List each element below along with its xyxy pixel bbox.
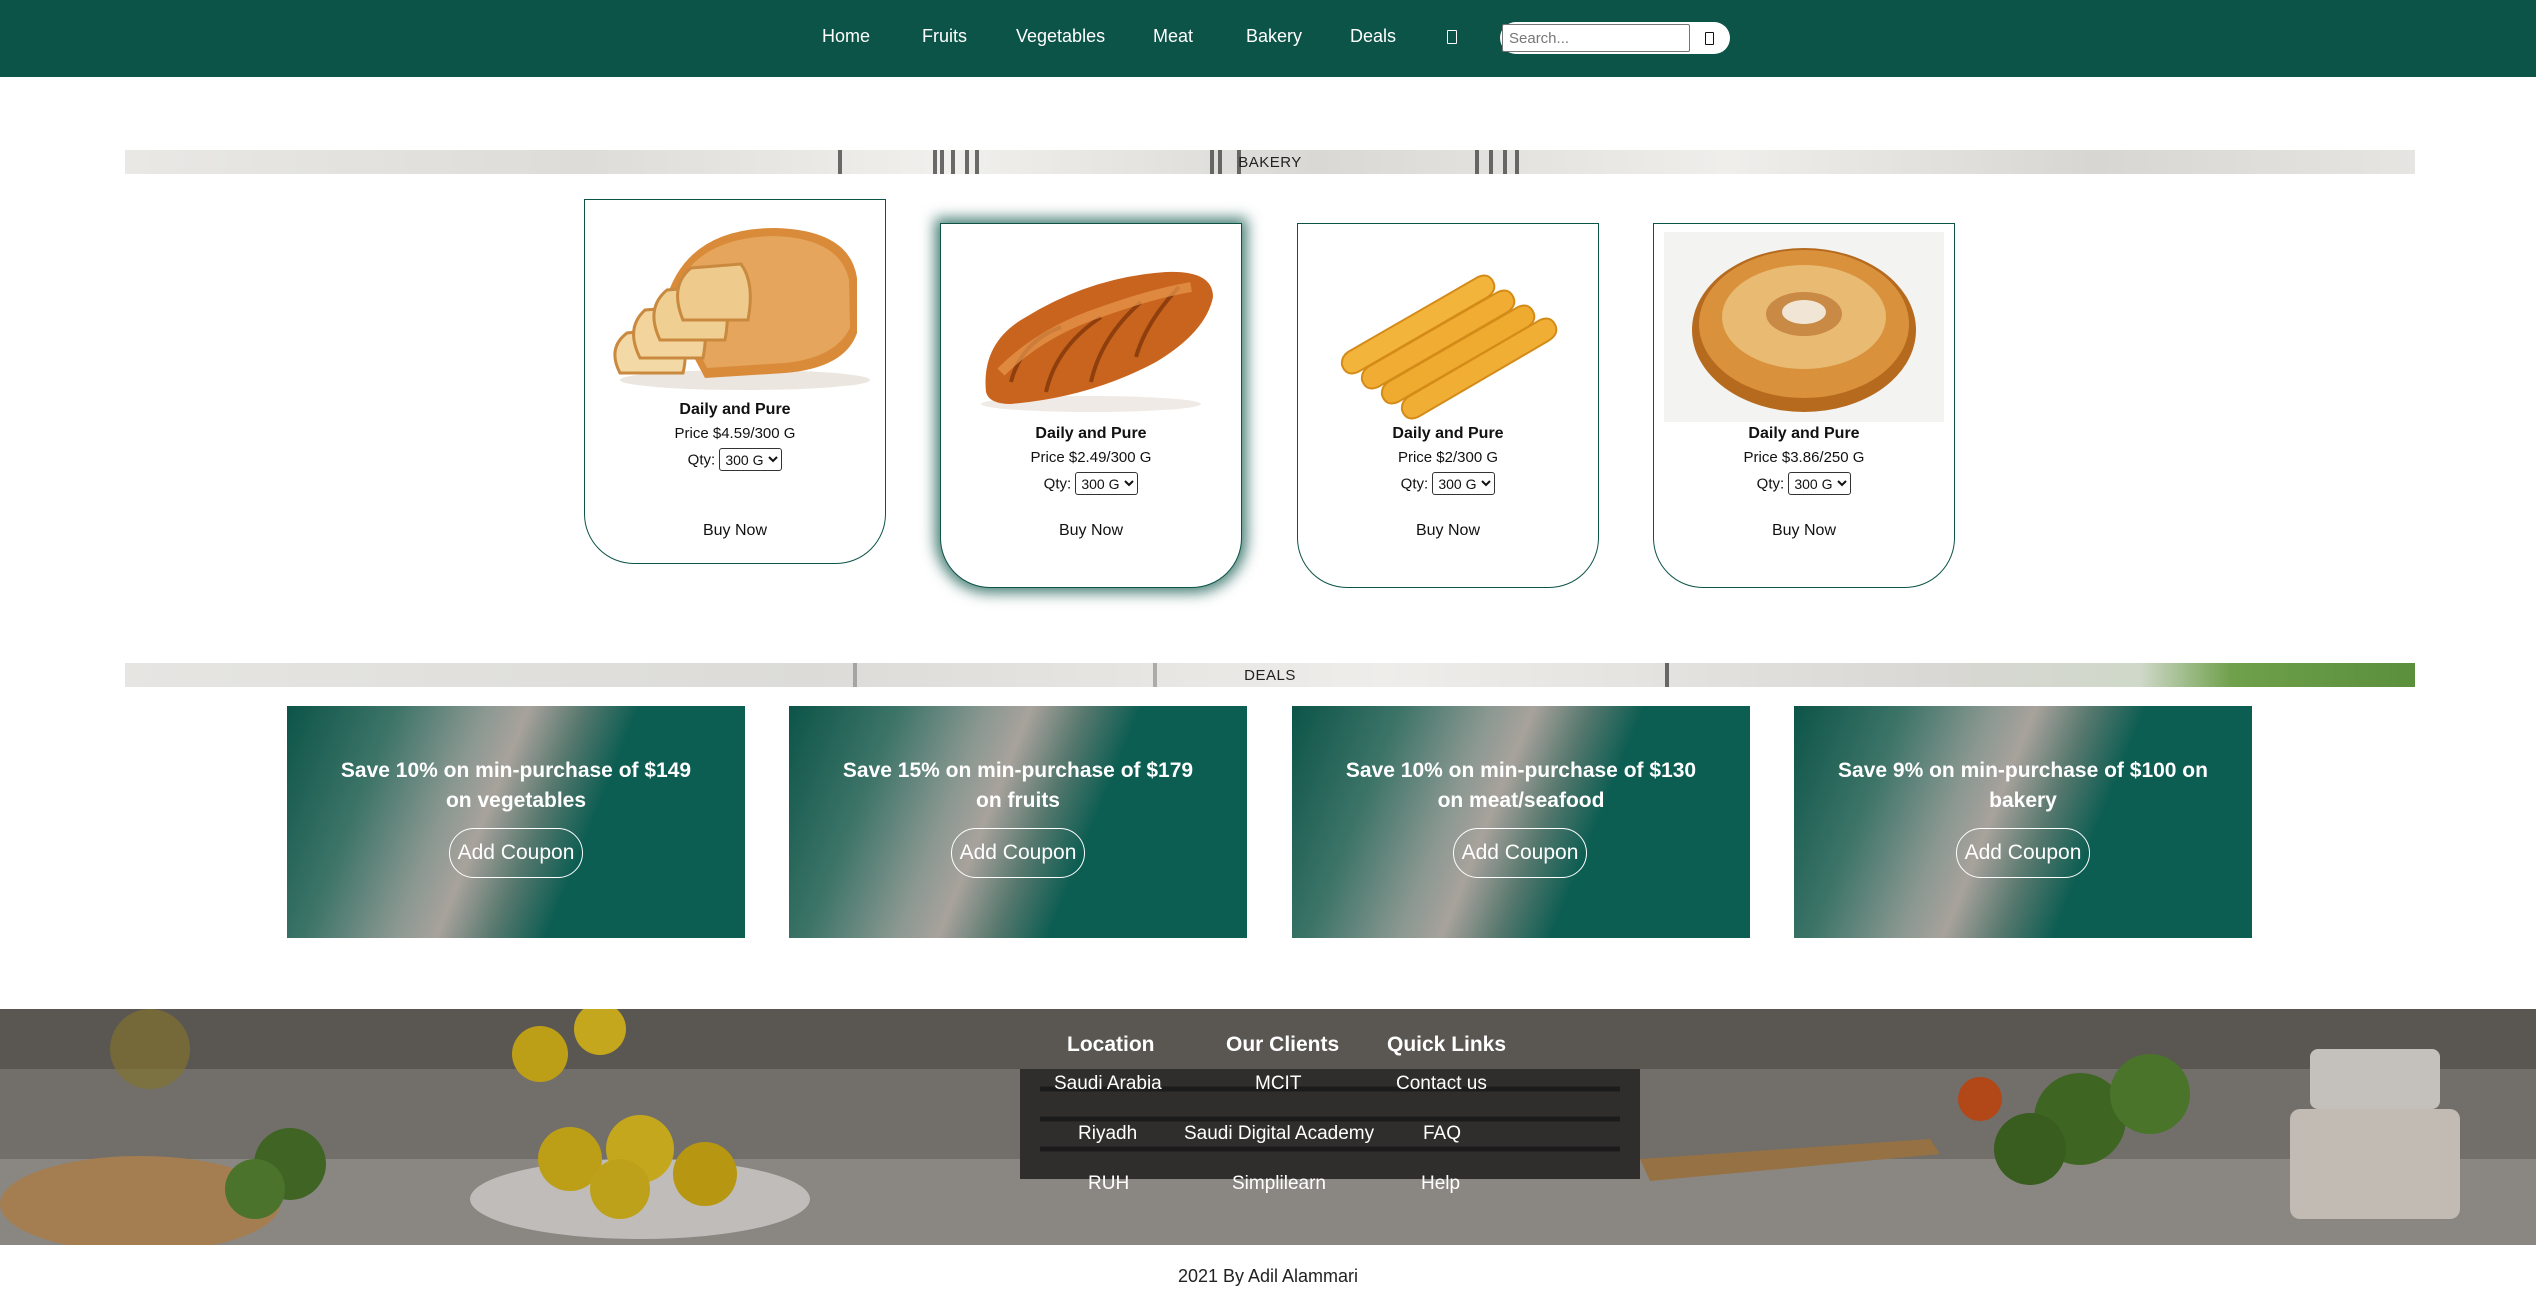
deal-text: Save 10% on min-purchase of $149 on vege… [340, 759, 692, 812]
product-price: Price $3.86/250 G [1743, 449, 1865, 466]
nav-link-deals[interactable]: Deals [1350, 26, 1396, 47]
product-card: Daily and Pure Price $4.59/300 G Qty: 30… [584, 199, 886, 564]
footer-link-mcit[interactable]: MCIT [1255, 1073, 1301, 1095]
footer: Location Our Clients Quick Links Saudi A… [0, 1009, 2536, 1245]
quantity-select[interactable]: 300 G [1788, 472, 1852, 495]
nav-link-meat[interactable]: Meat [1153, 26, 1193, 47]
nav-link-home[interactable]: Home [822, 26, 870, 47]
quantity-row: Qty: 300 G [585, 448, 885, 471]
product-card: Daily and Pure Price $2/300 G Qty: 300 G… [1297, 223, 1599, 588]
product-name: Daily and Pure [1748, 425, 1860, 442]
nav-link-bakery[interactable]: Bakery [1246, 26, 1302, 47]
add-coupon-button[interactable]: Add Coupon [951, 828, 1085, 878]
deal-text: Save 9% on min-purchase of $100 on baker… [1838, 759, 2208, 812]
footer-heading-clients: Our Clients [1226, 1033, 1340, 1056]
breadsticks-image [1308, 232, 1588, 422]
deal-card: Save 10% on min-purchase of $149 on vege… [287, 706, 745, 938]
quantity-select[interactable]: 300 G [719, 448, 783, 471]
bakery-section-title: BAKERY [1238, 154, 1302, 171]
buy-now-button[interactable]: Buy Now [1298, 522, 1598, 540]
product-price: Price $2.49/300 G [1030, 449, 1152, 466]
search-input[interactable] [1502, 24, 1690, 52]
quantity-label: Qty: [1756, 475, 1785, 493]
croissant-image [951, 232, 1231, 422]
product-card: Daily and Pure Price $3.86/250 G Qty: 30… [1653, 223, 1955, 588]
footer-link-riyadh[interactable]: Riyadh [1078, 1123, 1137, 1145]
quantity-select[interactable]: 300 G [1075, 472, 1139, 495]
phone-icon [1704, 31, 1714, 45]
add-coupon-button[interactable]: Add Coupon [1956, 828, 2090, 878]
deals-section-title: DEALS [1244, 667, 1296, 684]
quantity-row: Qty: 300 G [1298, 472, 1598, 495]
footer-heading-quick-links: Quick Links [1387, 1033, 1507, 1056]
quantity-row: Qty: 300 G [1654, 472, 1954, 495]
search-bar [1500, 22, 1730, 54]
quantity-label: Qty: [687, 451, 716, 469]
bagel-image [1664, 232, 1944, 422]
bakery-section-banner: BAKERY [125, 150, 2415, 174]
footer-link-saudi-arabia[interactable]: Saudi Arabia [1054, 1073, 1162, 1095]
product-price: Price $4.59/300 G [674, 425, 796, 442]
product-card: Daily and Pure Price $2.49/300 G Qty: 30… [940, 223, 1242, 588]
footer-link-help[interactable]: Help [1421, 1173, 1460, 1195]
buy-now-button[interactable]: Buy Now [941, 522, 1241, 540]
deal-card: Save 9% on min-purchase of $100 on baker… [1794, 706, 2252, 938]
deals-section-banner: DEALS [125, 663, 2415, 687]
footer-link-saudi-digital-academy[interactable]: Saudi Digital Academy [1184, 1123, 1374, 1145]
quantity-label: Qty: [1400, 475, 1429, 493]
deal-card: Save 10% on min-purchase of $130 on meat… [1292, 706, 1750, 938]
quantity-label: Qty: [1043, 475, 1072, 493]
deal-card: Save 15% on min-purchase of $179 on frui… [789, 706, 1247, 938]
footer-link-contact-us[interactable]: Contact us [1396, 1073, 1487, 1095]
product-name: Daily and Pure [1392, 425, 1504, 442]
sliced-bread-image [595, 208, 875, 398]
quantity-row: Qty: 300 G [941, 472, 1241, 495]
footer-link-ruh[interactable]: RUH [1088, 1173, 1129, 1195]
top-navbar: Home Fruits Vegetables Meat Bakery Deals [0, 0, 2536, 77]
nav-link-vegetables[interactable]: Vegetables [1016, 26, 1105, 47]
product-name: Daily and Pure [679, 401, 791, 418]
deal-text: Save 10% on min-purchase of $130 on meat… [1345, 759, 1697, 812]
buy-now-button[interactable]: Buy Now [1654, 522, 1954, 540]
product-name: Daily and Pure [1035, 425, 1147, 442]
add-coupon-button[interactable]: Add Coupon [1453, 828, 1587, 878]
buy-now-button[interactable]: Buy Now [585, 522, 885, 540]
quantity-select[interactable]: 300 G [1432, 472, 1496, 495]
product-price: Price $2/300 G [1397, 449, 1499, 466]
nav-link-fruits[interactable]: Fruits [922, 26, 967, 47]
footer-heading-location: Location [1067, 1033, 1155, 1056]
search-button[interactable] [1696, 26, 1722, 50]
footer-link-simplilearn[interactable]: Simplilearn [1232, 1173, 1326, 1195]
add-coupon-button[interactable]: Add Coupon [449, 828, 583, 878]
footer-link-faq[interactable]: FAQ [1423, 1123, 1461, 1145]
copyright-text: 2021 By Adil Alammari [1177, 1266, 1359, 1286]
phone-icon[interactable] [1447, 30, 1457, 44]
deal-text: Save 15% on min-purchase of $179 on frui… [842, 759, 1194, 812]
